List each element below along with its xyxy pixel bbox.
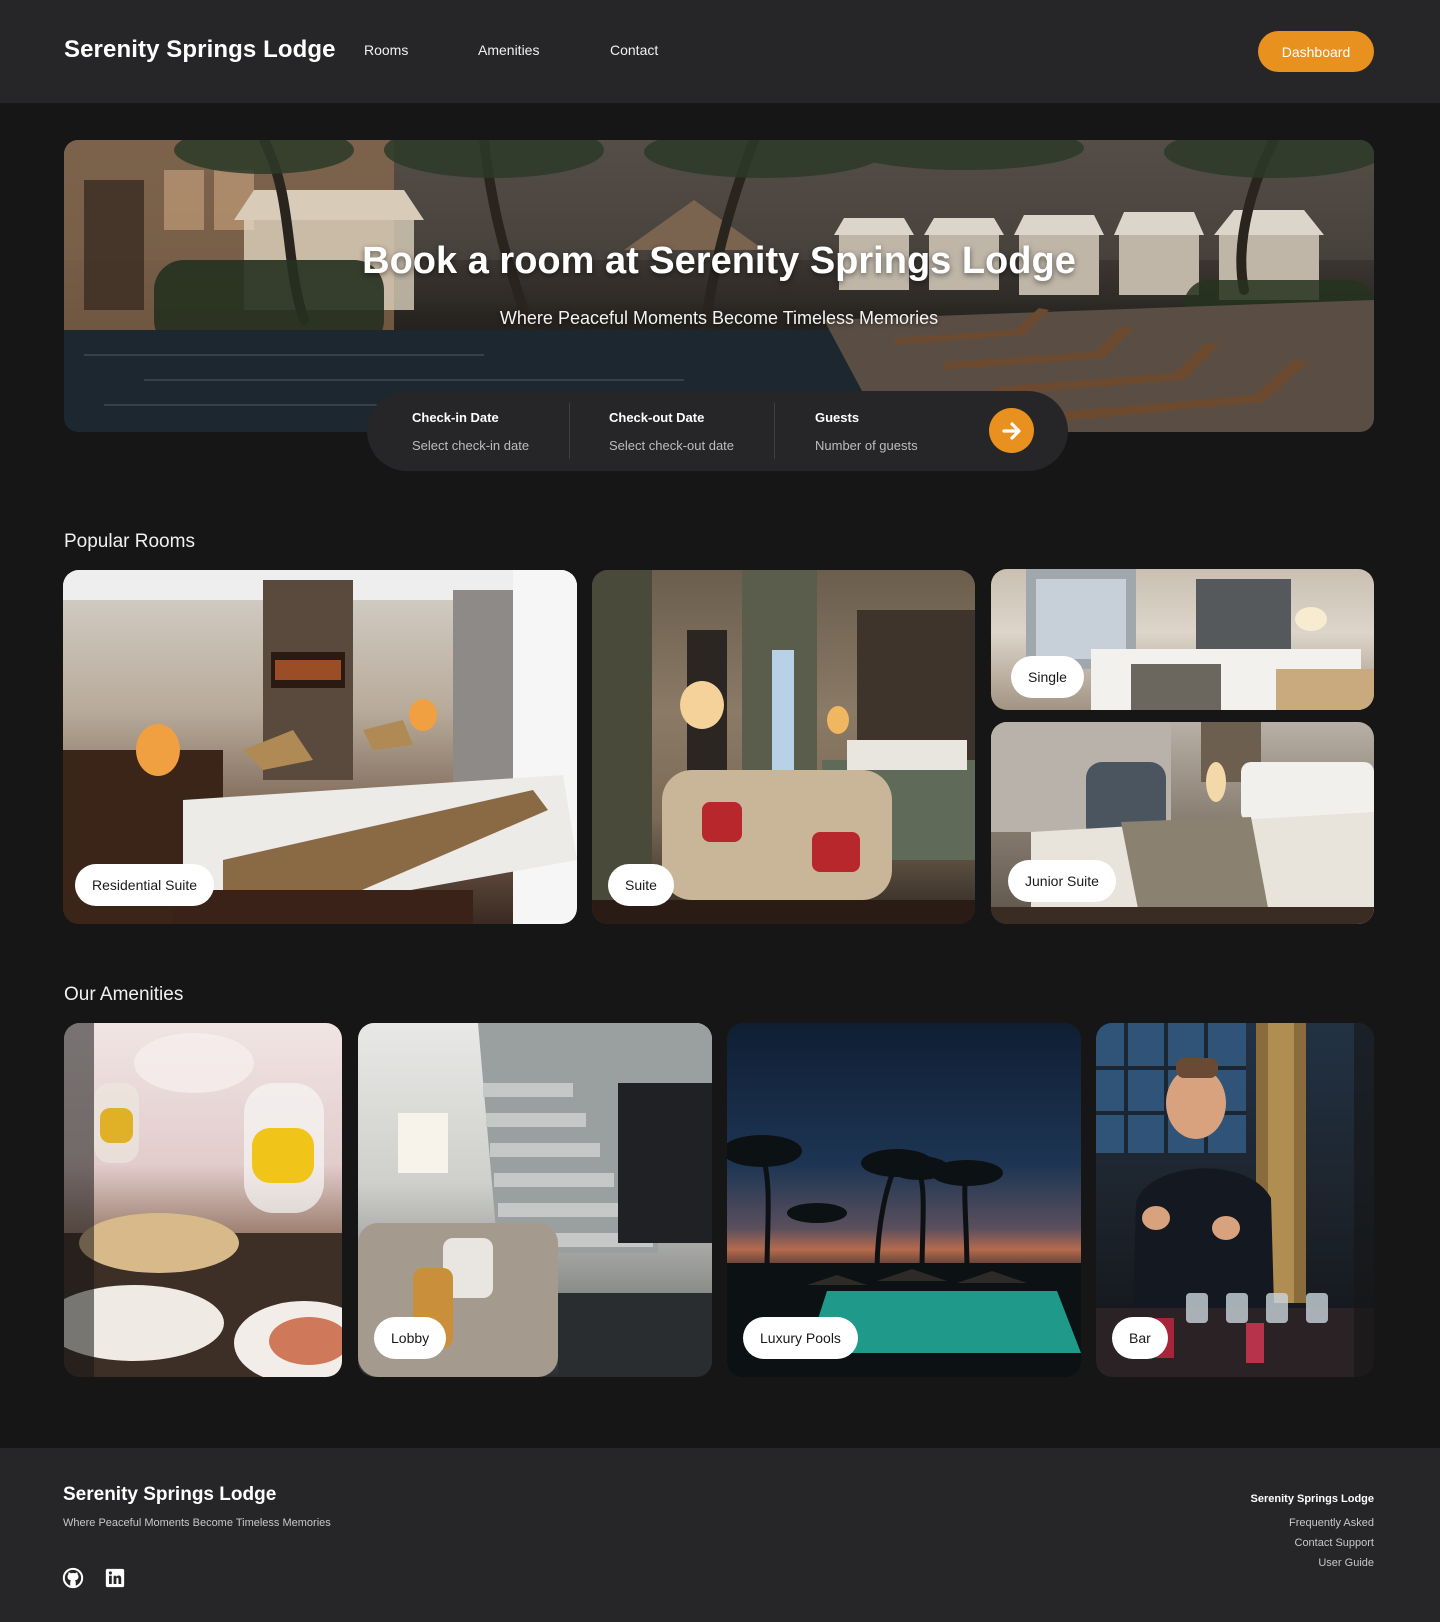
checkin-label: Check-in Date (412, 410, 499, 425)
footer-link-user-guide[interactable]: User Guide (1251, 1557, 1374, 1569)
footer-brand: Serenity Springs Lodge (63, 1484, 277, 1505)
github-icon[interactable] (62, 1567, 84, 1589)
search-submit-button[interactable] (989, 408, 1034, 453)
room-card-suite[interactable]: Suite (592, 570, 975, 924)
checkin-field[interactable]: Check-in Date Select check-in date (412, 391, 562, 471)
booking-bar: Check-in Date Select check-in date Check… (367, 391, 1068, 471)
amenity-label: Lobby (374, 1317, 447, 1359)
footer-link-faq[interactable]: Frequently Asked (1251, 1517, 1374, 1529)
hero-resort-image (64, 140, 1374, 432)
amenity-card-dining[interactable] (64, 1023, 342, 1377)
room-label: Junior Suite (1008, 860, 1116, 902)
divider (774, 403, 775, 459)
room-card-junior-suite[interactable]: Junior Suite (991, 722, 1374, 924)
hero-title: Book a room at Serenity Springs Lodge (362, 240, 1076, 282)
popular-rooms-title: Popular Rooms (64, 531, 195, 552)
checkin-input[interactable]: Select check-in date (412, 438, 529, 453)
linkedin-icon[interactable] (104, 1567, 126, 1589)
amenity-label: Luxury Pools (743, 1317, 858, 1359)
site-footer: Serenity Springs Lodge Where Peaceful Mo… (0, 1448, 1440, 1622)
hero-banner: Book a room at Serenity Springs Lodge Wh… (64, 140, 1374, 432)
footer-column-title: Serenity Springs Lodge (1250, 1493, 1374, 1505)
checkout-label: Check-out Date (609, 410, 705, 425)
divider (569, 403, 570, 459)
footer-link-contact-support[interactable]: Contact Support (1251, 1537, 1375, 1549)
footer-tagline: Where Peaceful Moments Become Timeless M… (63, 1517, 331, 1529)
room-card-single[interactable]: Single (991, 569, 1374, 710)
nav-contact[interactable]: Contact (610, 42, 658, 58)
hero-subtitle: Where Peaceful Moments Become Timeless M… (499, 308, 939, 328)
amenities-title: Our Amenities (64, 984, 184, 1005)
room-card-residential-suite[interactable]: Residential Suite (63, 570, 577, 924)
dashboard-button[interactable]: Dashboard (1258, 31, 1374, 72)
room-label: Residential Suite (75, 864, 215, 906)
nav-amenities[interactable]: Amenities (478, 42, 539, 58)
guests-field[interactable]: Guests Number of guests (815, 391, 965, 471)
guests-input[interactable]: Number of guests (815, 438, 918, 453)
amenity-card-lobby[interactable]: Lobby (358, 1023, 712, 1377)
amenity-card-bar[interactable]: Bar (1096, 1023, 1374, 1377)
site-header: Serenity Springs Lodge Rooms Amenities C… (0, 0, 1440, 103)
room-label: Suite (608, 864, 674, 906)
brand-logo[interactable]: Serenity Springs Lodge (64, 36, 336, 64)
amenity-image (64, 1023, 342, 1377)
nav-rooms[interactable]: Rooms (364, 42, 408, 58)
checkout-input[interactable]: Select check-out date (609, 438, 734, 453)
amenity-card-luxury-pools[interactable]: Luxury Pools (727, 1023, 1081, 1377)
checkout-field[interactable]: Check-out Date Select check-out date (609, 391, 779, 471)
amenity-label: Bar (1112, 1317, 1168, 1359)
arrow-right-icon (1001, 421, 1021, 440)
room-label: Single (1011, 656, 1084, 698)
guests-label: Guests (815, 410, 860, 425)
footer-links-column: Serenity Springs Lodge Frequently Asked … (1251, 1493, 1374, 1577)
